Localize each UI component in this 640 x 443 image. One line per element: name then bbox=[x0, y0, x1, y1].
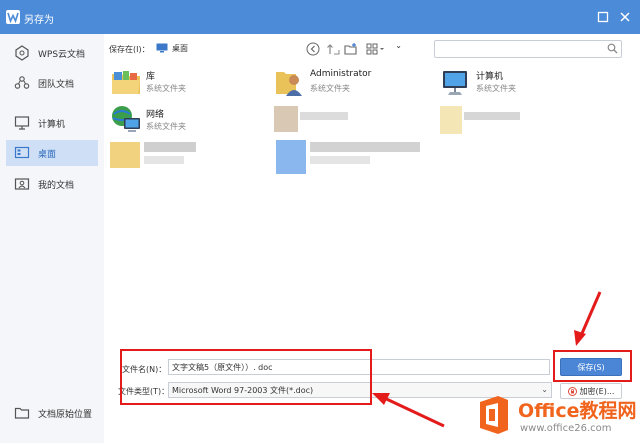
watermark-title: Office教程网 bbox=[518, 400, 637, 422]
sidebar-item-wps-cloud[interactable]: WPS云文档 bbox=[6, 40, 98, 66]
desktop-icon bbox=[156, 43, 168, 53]
view-menu-icon[interactable] bbox=[366, 42, 386, 56]
folder-icon bbox=[14, 405, 30, 421]
annotation-box-save bbox=[553, 350, 632, 382]
back-icon[interactable] bbox=[306, 42, 320, 56]
title-bar: 另存为 bbox=[0, 0, 640, 34]
sidebar-item-label: 文档原始位置 bbox=[38, 409, 93, 420]
maximize-icon[interactable] bbox=[596, 10, 610, 24]
user-folder-icon bbox=[276, 72, 302, 96]
file-name: 网络 bbox=[146, 110, 165, 120]
new-folder-icon[interactable] bbox=[344, 42, 358, 56]
redacted-file-name bbox=[144, 142, 196, 152]
redacted-file-icon bbox=[276, 140, 306, 174]
file-name: Administrator bbox=[310, 69, 372, 79]
sidebar-item-label: 桌面 bbox=[38, 149, 57, 160]
sidebar-item-original-location[interactable]: 文档原始位置 bbox=[6, 400, 98, 426]
redacted-file-type bbox=[310, 156, 370, 164]
network-icon bbox=[112, 106, 140, 132]
redacted-file-icon bbox=[110, 142, 140, 168]
location-value: 桌面 bbox=[172, 43, 188, 53]
monitor-icon bbox=[14, 115, 30, 131]
file-type: 系统文件夹 bbox=[476, 84, 516, 93]
up-folder-icon[interactable] bbox=[326, 42, 340, 56]
close-icon[interactable] bbox=[618, 10, 632, 24]
redacted-file-icon bbox=[440, 106, 462, 134]
desktop-icon bbox=[14, 145, 30, 161]
chevron-down-icon: ⌄ bbox=[395, 41, 402, 50]
file-type: 系统文件夹 bbox=[146, 84, 186, 93]
file-type: 系统文件夹 bbox=[146, 122, 186, 131]
my-docs-icon bbox=[14, 176, 30, 192]
redacted-file-name bbox=[310, 142, 420, 152]
redacted-file-name bbox=[300, 112, 348, 120]
watermark-url: www.office26.com bbox=[520, 423, 612, 434]
save-in-label: 保存在(I)： bbox=[109, 45, 150, 54]
file-item-computer[interactable]: 计算机 系统文件夹 bbox=[440, 66, 580, 102]
sidebar-item-my-docs[interactable]: 我的文档 bbox=[6, 171, 98, 197]
team-icon bbox=[14, 75, 30, 91]
sidebar-item-team-docs[interactable]: 团队文档 bbox=[6, 70, 98, 96]
annotation-box-form bbox=[120, 349, 372, 405]
sidebar-item-label: 团队文档 bbox=[38, 79, 75, 90]
sidebar-item-label: WPS云文档 bbox=[38, 49, 86, 60]
file-name: 计算机 bbox=[476, 72, 504, 82]
redacted-file-icon bbox=[274, 106, 298, 132]
file-item-network[interactable]: 网络 系统文件夹 bbox=[110, 104, 250, 140]
file-name: 库 bbox=[146, 72, 156, 82]
search-icon bbox=[607, 43, 618, 54]
sidebar-item-label: 我的文档 bbox=[38, 180, 75, 191]
file-item-administrator[interactable]: Administrator 系统文件夹 bbox=[274, 66, 414, 102]
office-logo-icon bbox=[480, 396, 508, 434]
redacted-file-name bbox=[464, 112, 520, 120]
file-item-library[interactable]: 库 系统文件夹 bbox=[110, 66, 250, 102]
wps-logo-icon bbox=[6, 10, 20, 24]
file-type: 系统文件夹 bbox=[310, 84, 350, 93]
cloud-doc-icon bbox=[14, 45, 30, 61]
window-title: 另存为 bbox=[24, 15, 54, 26]
sidebar-item-desktop[interactable]: 桌面 bbox=[6, 140, 98, 166]
redacted-file-type bbox=[144, 156, 184, 164]
sidebar: WPS云文档 团队文档 计算机 桌面 我的文档 文档原始位置 bbox=[0, 34, 105, 443]
computer-icon bbox=[443, 71, 467, 95]
library-folder-icon bbox=[112, 71, 140, 94]
sidebar-item-label: 计算机 bbox=[38, 119, 66, 130]
sidebar-item-computer[interactable]: 计算机 bbox=[6, 110, 98, 136]
watermark: Office教程网 www.office26.com bbox=[472, 390, 637, 440]
search-input[interactable] bbox=[434, 40, 622, 58]
